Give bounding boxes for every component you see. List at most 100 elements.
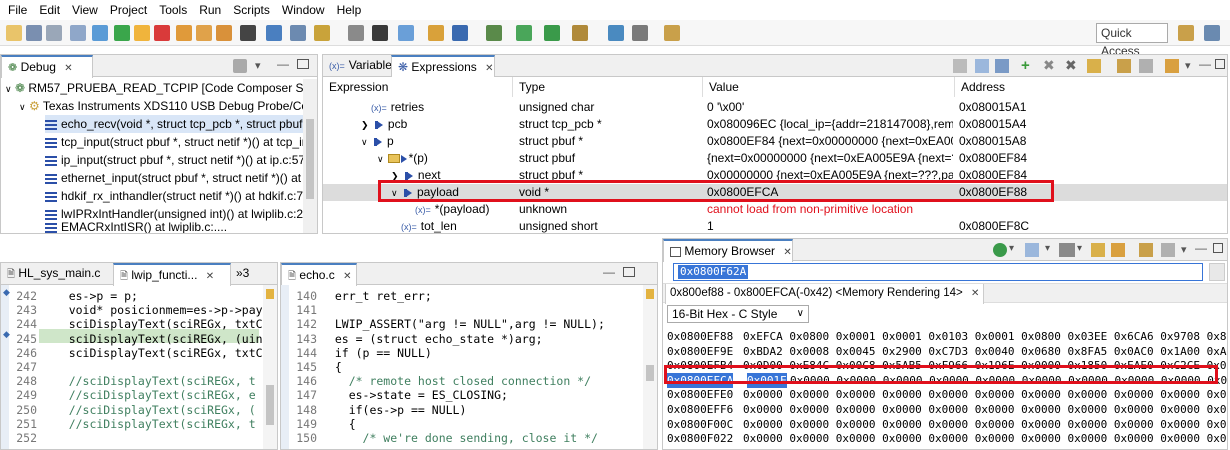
code-line[interactable]: sciDisplayText(sciREGx, (uin [41, 332, 263, 346]
resume-icon[interactable] [114, 25, 130, 41]
menu-run[interactable]: Run [195, 3, 229, 17]
code-line[interactable]: //sciDisplayText(sciREGx, t [41, 374, 256, 388]
code-line[interactable]: { [321, 417, 356, 431]
tab-memory-browser[interactable]: Memory Browser ✕ [663, 239, 793, 262]
code-line[interactable]: LWIP_ASSERT("arg != NULL",arg != NULL); [321, 317, 605, 331]
tab-variables[interactable]: (x)= Variables [323, 55, 398, 77]
stack-frame-4[interactable]: hdkif_rx_inthandler(struct netif *)() at… [45, 187, 316, 205]
pin-view-icon[interactable] [1139, 59, 1153, 73]
maximize-icon[interactable] [297, 59, 309, 69]
stack-frame-1[interactable]: tcp_input(struct pbuf *, struct netif *)… [45, 133, 312, 151]
select-all-icon[interactable] [975, 59, 989, 73]
table-row[interactable]: ∨ *(p) struct pbuf {next=0x00000000 {next… [323, 150, 1227, 167]
pin-icon[interactable] [632, 25, 648, 41]
target-icon[interactable] [314, 25, 330, 41]
new-view-icon[interactable] [1139, 243, 1153, 257]
memory-words[interactable]: 0x0000 0x0000 0x0000 0x0000 0x0000 0x000… [743, 402, 1227, 417]
memory-words[interactable]: 0x0000 0x0000 0x0000 0x0000 0x0000 0x000… [743, 387, 1227, 402]
quick-access-input[interactable]: Quick Access [1096, 23, 1168, 58]
maximize-icon[interactable] [623, 267, 635, 277]
memory-words[interactable]: 0xBDA2 0x0008 0x0045 0x2900 0xC7D3 0x004… [743, 344, 1227, 359]
code-line[interactable]: err_t ret_err; [321, 289, 432, 303]
close-icon[interactable]: ✕ [783, 247, 791, 258]
stack-frame-3[interactable]: ethernet_input(struct pbuf *, struct net… [45, 169, 314, 187]
collapse-all-icon[interactable] [995, 59, 1009, 73]
step-return-icon[interactable] [216, 25, 232, 41]
menu-help[interactable]: Help [333, 3, 370, 17]
bug-icon[interactable] [486, 25, 502, 41]
view-menu-icon[interactable]: ▾ [255, 59, 261, 72]
editor-left-scroll-thumb[interactable] [266, 385, 274, 425]
load-program-icon[interactable] [372, 25, 388, 41]
print-icon[interactable] [70, 25, 86, 41]
run-next-icon[interactable] [544, 25, 560, 41]
debug-view-icon[interactable] [266, 25, 282, 41]
table-row[interactable]: (x)= *(payload) unknown cannot load from … [323, 201, 1227, 218]
code-line[interactable]: es->state = ES_CLOSING; [321, 388, 508, 402]
table-row[interactable]: ❯ pcb struct tcp_pcb * 0x080096EC {local… [323, 116, 1227, 133]
search-icon[interactable] [608, 25, 624, 41]
tab-memory-rendering[interactable]: 0x800ef88 - 0x800EFCA(-0x42) <Memory Ren… [665, 284, 985, 304]
suspend-icon[interactable] [134, 25, 150, 41]
chevron-down-icon[interactable]: ▾ [1077, 243, 1082, 254]
minimize-icon[interactable]: — [603, 265, 615, 279]
run-icon[interactable] [428, 25, 444, 41]
refresh-memory-icon[interactable] [993, 243, 1007, 257]
close-icon[interactable]: ✕ [971, 288, 979, 299]
chevron-down-icon[interactable]: ∨ [361, 137, 368, 147]
code-line[interactable]: if(es->p == NULL) [321, 403, 467, 417]
flash-icon[interactable] [348, 25, 364, 41]
close-icon[interactable]: ✕ [206, 271, 214, 282]
go-icon[interactable] [1209, 263, 1225, 281]
tab-debug[interactable]: ❁ Debug ✕ [1, 55, 93, 78]
menu-file[interactable]: File [4, 3, 35, 17]
tab-hl-sys-main[interactable]: 🗎 HL_sys_main.c [1, 263, 113, 285]
chevron-down-icon[interactable]: ∨ [377, 154, 384, 164]
menu-view[interactable]: View [68, 3, 106, 17]
close-icon[interactable]: ✕ [64, 63, 72, 74]
build-icon[interactable] [92, 25, 108, 41]
pin-view-icon[interactable] [1161, 243, 1175, 257]
refresh-icon[interactable] [516, 25, 532, 41]
editor-right-scroll-thumb[interactable] [646, 365, 654, 381]
new-file-icon[interactable] [6, 25, 22, 41]
tab-expressions[interactable]: ❋ Expressions ✕ [391, 55, 495, 78]
memory-words[interactable]: 0xEFCA 0x0800 0x0001 0x0001 0x0103 0x000… [743, 329, 1227, 344]
code-line[interactable]: es = (struct echo_state *)arg; [321, 332, 543, 346]
debug-project-row[interactable]: ∨ ❁ RM57_PRUEBA_READ_TCPIP [Code Compose… [5, 79, 317, 97]
tools-icon[interactable] [572, 25, 588, 41]
pen-icon[interactable] [664, 25, 680, 41]
debug-probe-row[interactable]: ∨ ⚙ Texas Instruments XDS110 USB Debug P… [19, 97, 317, 115]
code-line[interactable]: void* posicionmem=es->p->payl [41, 303, 270, 317]
save-all-icon[interactable] [46, 25, 62, 41]
sync-icon[interactable] [1111, 243, 1125, 257]
continuous-refresh-icon[interactable] [1165, 59, 1179, 73]
perspective-ccs-icon[interactable] [1204, 25, 1220, 41]
chevron-right-icon[interactable]: ❯ [361, 120, 369, 130]
step-over-icon[interactable] [196, 25, 212, 41]
new-view-icon[interactable] [1117, 59, 1131, 73]
menu-scripts[interactable]: Scripts [229, 3, 278, 17]
table-row[interactable]: (x)= retries unsigned char 0 '\x00' 0x080… [323, 99, 1227, 116]
col-value-header[interactable]: Value [703, 77, 955, 97]
remove-expression-icon[interactable]: ✖ [1043, 57, 1055, 74]
minimize-icon[interactable]: — [1199, 57, 1211, 71]
code-line[interactable]: /* remote host closed connection */ [321, 374, 591, 388]
tab-echo-c[interactable]: 🗎 echo.c ✕ [281, 263, 357, 286]
connect-icon[interactable] [290, 25, 306, 41]
memory-words[interactable]: 0x0000 0x0000 0x0000 0x0000 0x0000 0x000… [743, 431, 1227, 446]
step-into-icon[interactable] [176, 25, 192, 41]
view-menu-icon[interactable]: ▾ [1181, 243, 1187, 256]
code-line[interactable]: //sciDisplayText(sciREGx, ( [41, 403, 256, 417]
restart-icon[interactable] [398, 25, 414, 41]
menu-edit[interactable]: Edit [35, 3, 68, 17]
editor-left-scrollbar[interactable] [263, 285, 277, 449]
col-type-header[interactable]: Type [513, 77, 703, 97]
stack-frame-2[interactable]: ip_input(struct pbuf *, struct netif *)(… [45, 151, 312, 169]
code-line[interactable]: if (p == NULL) [321, 346, 432, 360]
chevron-down-icon[interactable]: ▾ [1009, 243, 1014, 254]
code-line[interactable]: { [321, 360, 342, 374]
remove-terminated-icon[interactable] [233, 59, 247, 73]
debug-run-icon[interactable] [452, 25, 468, 41]
code-line[interactable]: //sciDisplayText(sciREGx, e [41, 388, 256, 402]
